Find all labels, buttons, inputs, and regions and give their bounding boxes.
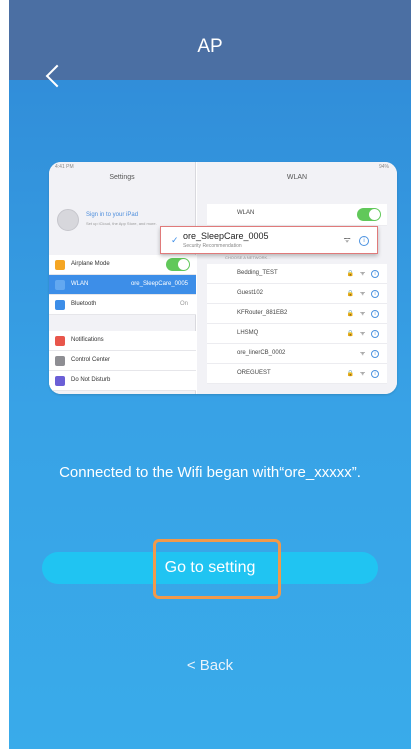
- info-icon: i: [359, 236, 369, 246]
- network-name: Guest102: [237, 290, 264, 296]
- wlan-pane: 94% WLAN WLAN CHOOSE A NETWORK... Beddin…: [197, 162, 397, 394]
- network-icons: 🔒 ᯤ i: [347, 309, 379, 318]
- settings-item-label: Do Not Disturb: [71, 377, 111, 383]
- settings-item-wlan: WLAN ore_SleepCare_0005: [49, 275, 196, 295]
- settings-pane: 4:41 PM Settings Sign in to your iPad Se…: [49, 162, 196, 394]
- instruction-text: Connected to the Wifi began with“ore_xxx…: [59, 464, 361, 481]
- moon-icon: [55, 376, 65, 386]
- wlan-toggle: [357, 208, 381, 221]
- airplane-toggle: [166, 258, 190, 271]
- network-row: OREGUEST 🔒 ᯤ i: [207, 364, 387, 384]
- network-name: KFRouter_881EB2: [237, 310, 288, 316]
- notifications-icon: [55, 336, 65, 346]
- back-link[interactable]: < Back: [9, 657, 411, 674]
- settings-item-label: Bluetooth: [71, 301, 97, 307]
- network-row: LHSMQ 🔒 ᯤ i: [207, 324, 387, 344]
- settings-item-bluetooth: Bluetooth On: [49, 295, 196, 315]
- network-icons: 🔒 ᯤ i: [347, 269, 379, 278]
- settings-item-label: Control Center: [71, 357, 111, 363]
- signin-sub: Set up iCloud, the App Store, and more.: [86, 221, 157, 226]
- avatar: [57, 209, 79, 231]
- settings-item-notifications: Notifications: [49, 331, 196, 351]
- settings-item-dnd: Do Not Disturb: [49, 371, 196, 391]
- highlight-box: [153, 539, 281, 599]
- settings-item-control-center: Control Center: [49, 351, 196, 371]
- network-row: KFRouter_881EB2 🔒 ᯤ i: [207, 304, 387, 324]
- info-icon: i: [371, 270, 379, 278]
- connected-network-callout: ✓ ore_SleepCare_0005 Security Recommenda…: [160, 226, 378, 254]
- network-name: OREGUEST: [237, 370, 271, 376]
- network-row: ore_linerCB_0002 ᯤ i: [207, 344, 387, 364]
- info-icon: i: [371, 310, 379, 318]
- network-name: Bedding_TEST: [237, 270, 278, 276]
- status-battery: 94%: [378, 164, 389, 170]
- page-title: AP: [197, 36, 223, 57]
- network-icons: 🔒 ᯤ i: [347, 289, 379, 298]
- signin-label: Sign in to your iPad: [86, 212, 139, 218]
- airplane-icon: [55, 260, 65, 270]
- wlan-toggle-row: WLAN: [207, 204, 387, 226]
- settings-item-airplane: Airplane Mode: [49, 255, 196, 275]
- chevron-left-icon: [45, 64, 69, 88]
- info-icon: i: [371, 290, 379, 298]
- status-time: 4:41 PM: [55, 164, 74, 170]
- wlan-label: WLAN: [237, 210, 255, 216]
- network-row: Guest102 🔒 ᯤ i: [207, 284, 387, 304]
- network-icons: ᯤ i: [343, 234, 369, 246]
- network-icons: ᯤ i: [360, 349, 379, 358]
- control-center-icon: [55, 356, 65, 366]
- network-name: LHSMQ: [237, 330, 259, 336]
- choose-network-label: CHOOSE A NETWORK...: [225, 255, 271, 260]
- info-icon: i: [371, 330, 379, 338]
- ap-screen: AP 4:41 PM Settings Sign in to your iPad…: [9, 0, 411, 749]
- wifi-icon: [55, 280, 65, 290]
- network-icons: 🔒 ᯤ i: [347, 329, 379, 338]
- connected-ssid: ore_SleepCare_0005: [183, 231, 269, 241]
- settings-item-label: Airplane Mode: [71, 261, 110, 267]
- wlan-title: WLAN: [286, 174, 308, 181]
- navigation-bar: AP: [9, 0, 411, 88]
- settings-item-label: Notifications: [71, 337, 104, 343]
- check-icon: ✓: [171, 235, 179, 245]
- bluetooth-icon: [55, 300, 65, 310]
- network-icons: 🔒 ᯤ i: [347, 369, 379, 378]
- security-note: Security Recommendation: [183, 243, 242, 249]
- network-name: ore_linerCB_0002: [237, 350, 286, 356]
- settings-title: Settings: [109, 174, 135, 181]
- info-icon: i: [371, 370, 379, 378]
- settings-item-value: ore_SleepCare_0005: [130, 281, 188, 287]
- settings-item-value: On: [179, 301, 188, 307]
- info-icon: i: [371, 350, 379, 358]
- settings-item-label: WLAN: [71, 281, 89, 287]
- network-row: Bedding_TEST 🔒 ᯤ i: [207, 264, 387, 284]
- tutorial-screenshot: 4:41 PM Settings Sign in to your iPad Se…: [49, 162, 397, 394]
